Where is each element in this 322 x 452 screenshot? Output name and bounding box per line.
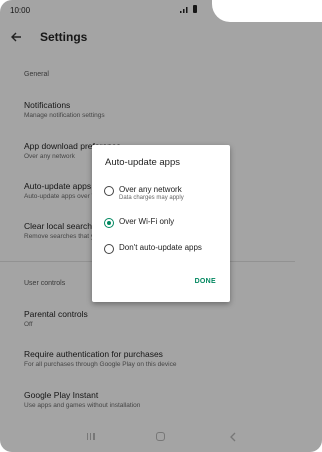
camera-notch — [212, 0, 322, 22]
option-over-any-network[interactable]: Over any network Data charges may apply — [104, 185, 184, 201]
back-icon[interactable] — [229, 432, 237, 442]
done-button[interactable]: DONE — [195, 278, 216, 285]
auto-update-dialog: Auto-update apps Over any network Data c… — [92, 145, 230, 302]
radio-checked-icon[interactable] — [104, 218, 114, 228]
home-icon[interactable] — [156, 432, 165, 441]
option-label: Don't auto-update apps — [119, 243, 202, 252]
option-over-wifi-only[interactable]: Over Wi-Fi only — [104, 217, 174, 228]
recents-icon[interactable] — [87, 433, 95, 440]
navigation-bar — [0, 430, 322, 448]
option-dont-auto-update[interactable]: Don't auto-update apps — [104, 243, 202, 254]
dialog-title: Auto-update apps — [105, 157, 181, 168]
device-frame: 10:00 Settings General Notifications Man… — [0, 0, 322, 452]
screen: 10:00 Settings General Notifications Man… — [0, 0, 322, 452]
option-label: Over any network — [119, 185, 182, 194]
radio-unchecked-icon[interactable] — [104, 244, 114, 254]
option-subtitle: Data charges may apply — [119, 195, 184, 201]
radio-unchecked-icon[interactable] — [104, 186, 114, 196]
option-label: Over Wi-Fi only — [119, 217, 175, 226]
